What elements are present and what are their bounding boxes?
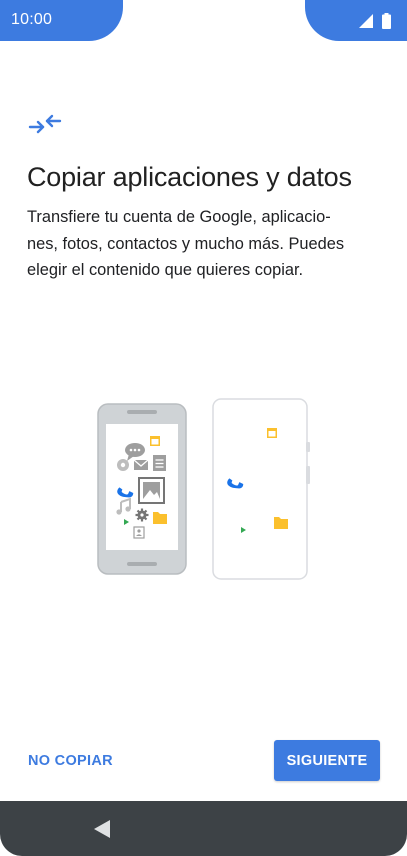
calendar-icon	[150, 436, 160, 446]
document-icon	[153, 455, 166, 471]
battery-icon	[382, 13, 391, 34]
signal-icon	[359, 14, 373, 33]
mail-icon	[133, 459, 149, 470]
image-icon	[138, 477, 165, 504]
navigation-bar	[0, 801, 407, 856]
back-triangle-icon[interactable]	[93, 819, 111, 844]
source-phone	[97, 403, 187, 575]
status-bar-right	[305, 0, 407, 41]
settings-icon	[117, 459, 129, 471]
page-description: Transfiere tu cuenta de Google, aplicaci…	[27, 204, 382, 284]
next-button[interactable]: SIGUIENTE	[274, 740, 380, 781]
transfer-arrows-icon	[28, 112, 62, 141]
description-line: nes, fotos, contactos y mucho más. Puede…	[27, 234, 345, 253]
description-line: elegir el contenido que quieres copiar.	[27, 261, 304, 279]
page-title: Copiar aplicaciones y datos	[27, 162, 352, 192]
calendar-icon	[267, 428, 277, 438]
phone-transfer-illustration	[96, 398, 312, 587]
status-time: 10:00	[11, 11, 53, 28]
description-line: Transfiere tu cuenta de Google, aplicaci…	[27, 208, 331, 226]
skip-button[interactable]: NO COPIAR	[28, 753, 113, 769]
target-phone	[212, 398, 310, 580]
